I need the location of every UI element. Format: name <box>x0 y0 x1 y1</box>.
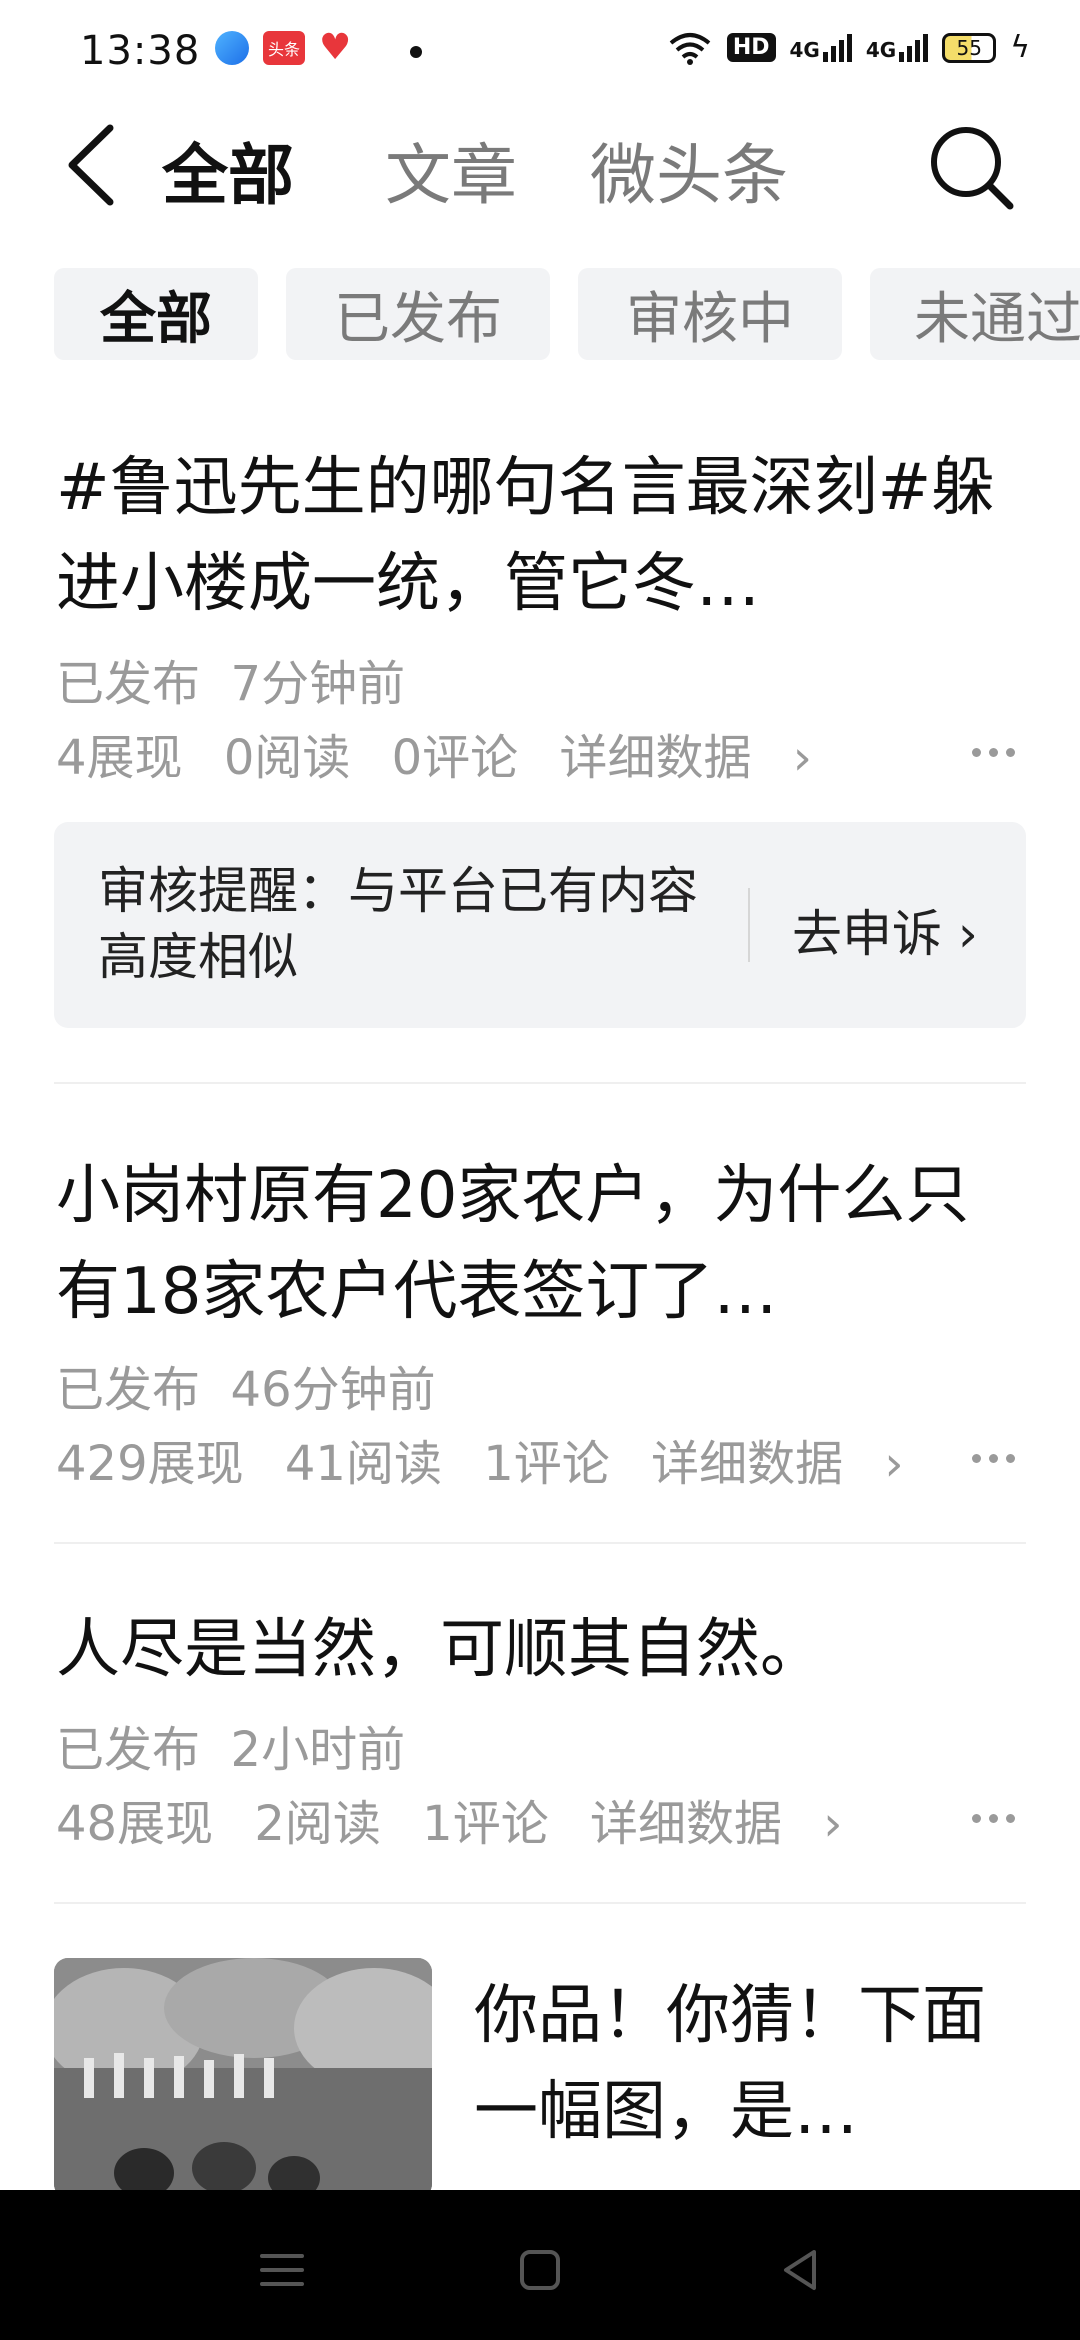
publish-time: 2小时前 <box>230 1722 406 1778</box>
status-filter-bar: 全部 已发布 审核中 未通过 <box>54 268 1080 360</box>
menu-icon[interactable] <box>252 2240 312 2300</box>
notice-divider <box>748 888 750 962</box>
appeal-button[interactable]: 去申诉 › <box>792 894 978 966</box>
status-bar: 13:38 头条 ♥ HD 4G 4G 55 ϟ <box>0 0 1080 100</box>
comments-count: 1评论 <box>422 1796 549 1852</box>
impressions-count: 48展现 <box>56 1796 214 1852</box>
divider <box>54 1902 1026 1904</box>
search-icon[interactable] <box>920 118 1020 218</box>
notice-text: 审核提醒：与平台已有内容高度相似 <box>98 862 698 986</box>
impressions-count: 429展现 <box>56 1436 244 1492</box>
article-stats: 429展现 41阅读 1评论 详细数据 › <box>56 1424 930 1494</box>
details-link[interactable]: 详细数据 › <box>590 1796 842 1852</box>
signal-icon-2: 4G <box>865 33 929 62</box>
home-icon[interactable] <box>510 2240 570 2300</box>
status-label: 已发布 <box>56 1362 201 1418</box>
more-notifications-dot <box>410 46 422 58</box>
back-icon[interactable] <box>770 2240 830 2300</box>
app-notification-icon <box>215 31 249 65</box>
hd-voice-icon: HD <box>726 33 776 62</box>
signal-icon-1: 4G <box>789 33 852 62</box>
battery-level: 55 <box>956 35 982 60</box>
tab-all[interactable]: 全部 <box>162 122 294 218</box>
article-status: 已发布 7分钟前 <box>56 644 405 714</box>
reads-count: 0阅读 <box>223 730 351 786</box>
article-title[interactable]: 你品！你猜！下面一幅图，是… <box>474 1968 1014 2160</box>
clock: 13:38 <box>80 28 201 74</box>
divider <box>54 1082 1026 1084</box>
charging-icon: ϟ <box>1010 30 1030 65</box>
comments-count: 0评论 <box>391 730 519 786</box>
more-options-button[interactable] <box>972 1803 1028 1833</box>
divider <box>54 1542 1026 1544</box>
wifi-icon <box>669 32 711 65</box>
review-notice: 审核提醒：与平台已有内容高度相似 去申诉 › <box>54 822 1026 1028</box>
network-type-label: 4G <box>789 37 820 62</box>
heart-app-icon: ♥ <box>319 27 352 68</box>
network-type-label: 4G <box>865 37 897 62</box>
reads-count: 41阅读 <box>284 1436 442 1492</box>
publish-time: 46分钟前 <box>230 1362 436 1418</box>
system-navigation-bar <box>0 2190 1080 2340</box>
details-link[interactable]: 详细数据 › <box>651 1436 903 1492</box>
article-thumbnail[interactable] <box>54 1958 432 2198</box>
status-label: 已发布 <box>56 1722 201 1778</box>
article-stats: 48展现 2阅读 1评论 详细数据 › <box>56 1784 868 1854</box>
article-title[interactable]: #鲁迅先生的哪句名言最深刻#躲进小楼成一统，管它冬… <box>56 440 1026 632</box>
filter-published[interactable]: 已发布 <box>286 268 550 360</box>
battery-icon: 55 <box>942 32 997 63</box>
article-title[interactable]: 小岗村原有20家农户，为什么只有18家农户代表签订了… <box>56 1148 1026 1340</box>
tab-articles[interactable]: 文章 <box>385 122 517 218</box>
article-title[interactable]: 人尽是当然，可顺其自然。 <box>56 1602 1026 1698</box>
publish-time: 7分钟前 <box>230 656 406 712</box>
back-arrow-icon[interactable] <box>58 120 128 210</box>
system-status-icons: HD 4G 4G 55 ϟ <box>667 30 1030 65</box>
article-stats: 4展现 0阅读 0评论 详细数据 › <box>56 718 838 788</box>
tab-micro-headlines[interactable]: 微头条 <box>590 122 788 218</box>
top-nav: 全部 文章 微头条 <box>0 100 1080 240</box>
notification-icons: 头条 ♥ <box>215 30 357 66</box>
reads-count: 2阅读 <box>254 1796 381 1852</box>
more-options-button[interactable] <box>972 1443 1028 1473</box>
impressions-count: 4展现 <box>56 730 183 786</box>
filter-all[interactable]: 全部 <box>54 268 258 360</box>
filter-rejected[interactable]: 未通过 <box>870 268 1080 360</box>
filter-reviewing[interactable]: 审核中 <box>578 268 842 360</box>
photo-image <box>54 1958 432 2198</box>
article-status: 已发布 46分钟前 <box>56 1350 436 1420</box>
status-label: 已发布 <box>56 656 201 712</box>
article-status: 已发布 2小时前 <box>56 1710 405 1780</box>
toutiao-app-icon: 头条 <box>263 31 305 65</box>
details-link[interactable]: 详细数据 › <box>559 730 811 786</box>
comments-count: 1评论 <box>483 1436 610 1492</box>
more-options-button[interactable] <box>972 737 1028 767</box>
